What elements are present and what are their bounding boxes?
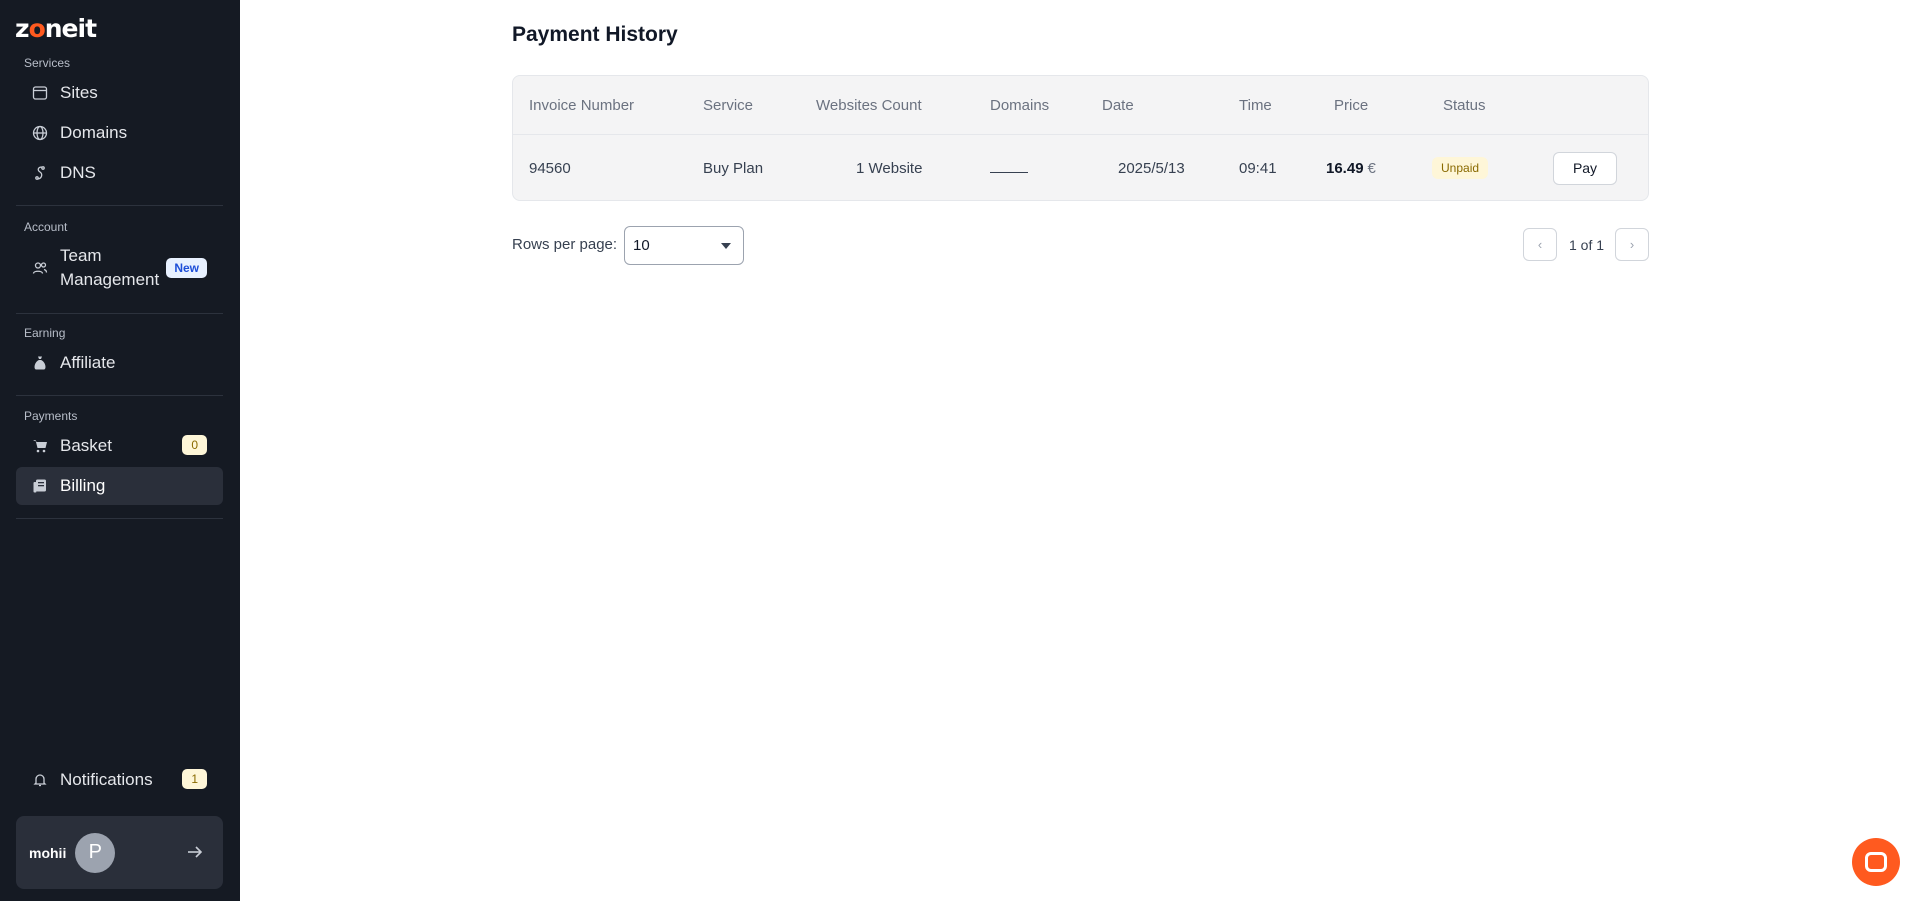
price-amount: 16.49 (1326, 159, 1364, 177)
sidebar-divider (16, 518, 223, 519)
invoice-price: 16.49 € (1326, 135, 1376, 200)
account-section-title: Account (24, 220, 68, 234)
cart-icon (32, 438, 48, 454)
col-header-websites: Websites Count (816, 96, 922, 114)
logout-arrow-icon[interactable] (185, 842, 205, 862)
zoneit-logo[interactable]: zoneit (15, 14, 97, 43)
chevron-down-icon (721, 243, 731, 249)
chevron-left-icon: ‹ (1537, 237, 1543, 252)
notification-count-badge: 1 (182, 769, 207, 789)
col-header-service: Service (703, 96, 754, 114)
sidebar-item-label: Domains (60, 123, 128, 142)
col-header-status: Status (1443, 96, 1486, 114)
avatar[interactable]: P (75, 832, 116, 873)
sidebar-item-notifications[interactable]: Notifications 1 (16, 761, 223, 799)
pay-button[interactable]: Pay (1553, 151, 1617, 185)
sidebar-item-sites[interactable]: Sites (16, 74, 223, 112)
sidebar-item-dns[interactable]: DNS (16, 154, 223, 192)
sidebar-divider (16, 395, 223, 396)
browser-window-icon (32, 85, 48, 101)
sidebar-divider (16, 205, 223, 206)
page-title: Payment History (512, 23, 678, 46)
service-name: Buy Plan (703, 159, 764, 177)
rows-per-page-label: Rows per page: (512, 236, 618, 253)
dns-icon (32, 165, 48, 181)
sidebar-item-basket[interactable]: Basket 0 (16, 427, 223, 465)
invoice-time: 09:41 (1239, 159, 1277, 177)
sidebar-item-affiliate[interactable]: Affiliate (16, 344, 223, 382)
main-content: Payment History Invoice Number Service W… (240, 0, 1919, 901)
sidebar-item-label: Affiliate (60, 353, 116, 372)
chevron-right-icon: › (1629, 237, 1635, 252)
next-page-button[interactable]: › (1615, 228, 1649, 261)
col-header-price: Price (1334, 96, 1369, 114)
payments-section-title: Payments (24, 409, 78, 423)
chat-launcher-button[interactable] (1852, 838, 1900, 886)
status-cell: Unpaid (1432, 135, 1489, 200)
sidebar-item-label: Billing (60, 476, 106, 495)
user-name: mohii (29, 844, 67, 861)
user-card: mohii P (16, 816, 223, 889)
earning-section-title: Earning (24, 326, 66, 340)
page-info: 1 of 1 (1569, 237, 1605, 253)
invoice-number: 94560 (529, 159, 571, 177)
previous-page-button[interactable]: ‹ (1523, 228, 1557, 261)
money-bag-icon (32, 355, 48, 371)
price-currency: € (1367, 159, 1376, 177)
action-cell: Pay (1553, 135, 1617, 200)
col-header-invoice: Invoice Number (529, 96, 635, 114)
new-badge: New (166, 258, 207, 278)
sidebar: zoneit Services Sites Domains DNS Accoun… (0, 0, 240, 901)
websites-count: 1 Website (856, 159, 923, 177)
sidebar-item-label: Basket (60, 436, 112, 455)
empty-dash (990, 163, 1028, 173)
col-header-date: Date (1102, 96, 1134, 114)
team-icon (32, 260, 48, 276)
sidebar-item-domains[interactable]: Domains (16, 114, 223, 152)
sidebar-divider (16, 313, 223, 314)
domains-empty (990, 135, 1028, 200)
col-header-domains: Domains (990, 96, 1050, 114)
invoice-date: 2025/5/13 (1118, 159, 1185, 177)
rows-per-page-value: 10 (633, 237, 650, 254)
basket-count-badge: 0 (182, 435, 207, 455)
services-section-title: Services (24, 56, 71, 70)
sidebar-item-billing[interactable]: Billing (16, 467, 223, 505)
status-badge: Unpaid (1432, 157, 1489, 179)
sidebar-item-team-management[interactable]: Team Management New (16, 242, 223, 294)
rows-per-page-select[interactable]: 10 (624, 226, 744, 265)
sidebar-item-label: DNS (60, 163, 96, 182)
table-header-row: Invoice Number Service Websites Count Do… (513, 76, 1648, 135)
sidebar-item-label: Sites (60, 83, 98, 102)
billing-icon (32, 478, 48, 494)
col-header-time: Time (1239, 96, 1272, 114)
sidebar-item-label: Notifications (60, 770, 153, 789)
payment-history-table: Invoice Number Service Websites Count Do… (512, 75, 1649, 201)
globe-icon (32, 125, 48, 141)
sidebar-item-label: Team Management (60, 246, 160, 289)
chat-icon (1865, 852, 1887, 872)
bell-icon (32, 772, 48, 788)
table-row: 94560 Buy Plan 1 Website 2025/5/13 09:41… (513, 135, 1648, 200)
